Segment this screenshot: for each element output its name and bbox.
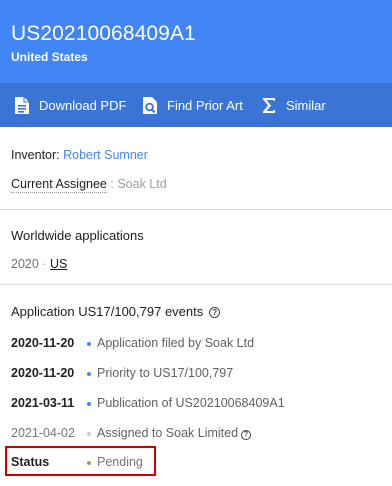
publication-number: US20210068409A1 <box>11 22 196 45</box>
assignee-label: Current Assignee <box>11 177 107 193</box>
status-label: Status <box>11 455 50 469</box>
worldwide-year: 2020 <box>11 257 39 271</box>
events-title-text: Application US17/100,797 events <box>11 304 204 319</box>
status-value: Pending <box>97 455 143 469</box>
divider <box>0 284 392 285</box>
event-dot <box>87 342 91 346</box>
inventor-link[interactable]: Robert Sumner <box>63 148 148 162</box>
event-dot <box>87 372 91 376</box>
event-text: Publication of US20210068409A1 <box>97 396 285 410</box>
status-dot <box>87 461 91 465</box>
divider <box>0 209 392 210</box>
worldwide-row: 2020 · US <box>11 257 67 271</box>
inventor-row: Inventor: Robert Sumner <box>11 148 148 162</box>
event-date: 2021-03-11 <box>11 396 75 410</box>
patent-header: US20210068409A1 United States Download P… <box>0 0 392 127</box>
worldwide-country-link[interactable]: US <box>50 257 67 271</box>
download-pdf-label: Download PDF <box>39 97 127 113</box>
find-prior-art-label: Find Prior Art <box>167 97 243 113</box>
find-prior-art-button[interactable]: Find Prior Art <box>141 83 243 127</box>
info-icon[interactable]: ? <box>209 307 221 318</box>
country-label: United States <box>11 50 88 64</box>
event-text: Assigned to Soak Limited? <box>97 426 252 440</box>
event-text: Application filed by Soak Ltd <box>97 336 255 350</box>
assignee-row: Current Assignee : Soak Ltd <box>11 177 167 193</box>
event-dot <box>87 402 91 406</box>
similar-button[interactable]: Similar <box>260 83 326 127</box>
document-search-icon <box>141 95 159 115</box>
event-date: 2021-04-02 <box>11 426 75 440</box>
events-title: Application US17/100,797 events? <box>11 304 221 319</box>
event-dot <box>87 432 91 436</box>
worldwide-separator: · <box>42 257 47 271</box>
event-date: 2020-11-20 <box>11 366 75 380</box>
assignee-name: Soak Ltd <box>117 177 167 191</box>
event-text-label: Assigned to Soak Limited <box>97 426 239 440</box>
sigma-icon <box>260 95 278 115</box>
worldwide-title: Worldwide applications <box>11 228 144 243</box>
info-icon[interactable]: ? <box>241 430 252 440</box>
event-date: 2020-11-20 <box>11 336 75 350</box>
similar-label: Similar <box>286 97 326 113</box>
action-toolbar: Download PDF Find Prior Art Similar <box>0 83 392 127</box>
download-pdf-button[interactable]: Download PDF <box>13 83 126 127</box>
inventor-label: Inventor: <box>11 148 60 162</box>
file-download-icon <box>13 95 31 115</box>
assignee-separator: : <box>110 177 114 191</box>
event-text: Priority to US17/100,797 <box>97 366 234 380</box>
